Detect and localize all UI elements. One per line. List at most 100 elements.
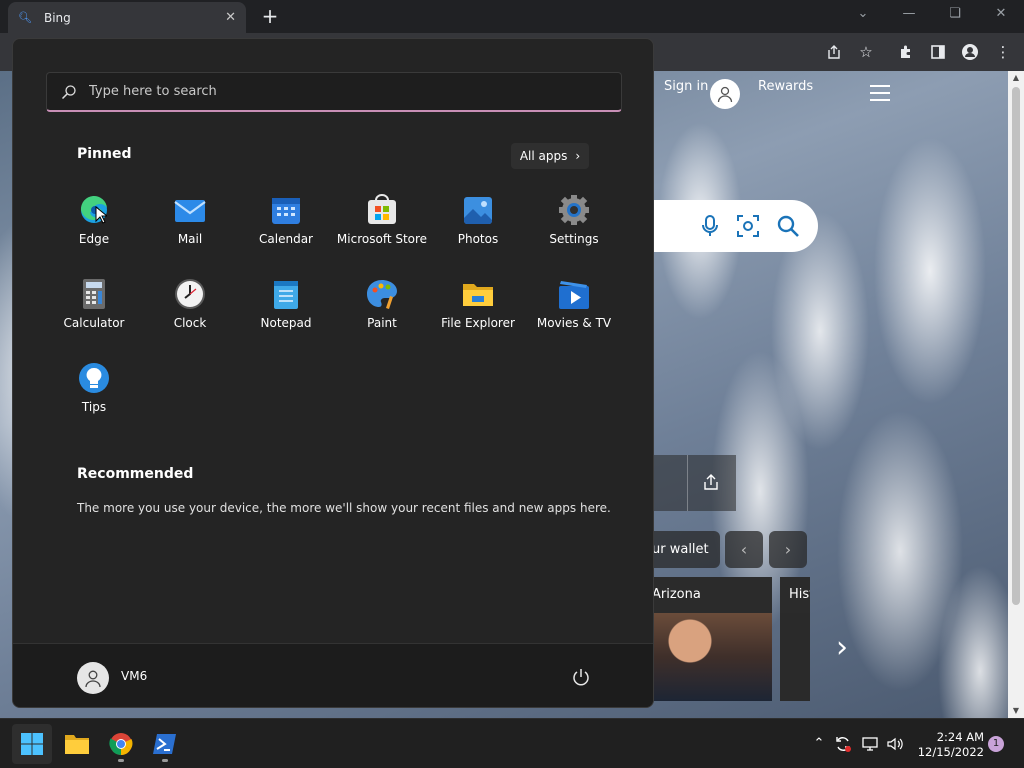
system-clock[interactable]: 2:24 AM 12/15/2022 [910, 730, 984, 760]
notepad-icon [270, 278, 302, 310]
taskbar-chrome[interactable] [101, 724, 141, 764]
share-icon[interactable] [823, 41, 845, 63]
running-indicator [162, 759, 168, 762]
pinned-app-edge[interactable]: Edge [46, 186, 142, 262]
user-name[interactable]: VM6 [121, 669, 147, 683]
pinned-app-label: Settings [549, 232, 599, 246]
start-button[interactable] [12, 724, 52, 764]
clock-icon [174, 278, 206, 310]
news-card-title: Hist [780, 577, 810, 613]
menu-kebab-icon[interactable]: ⋮ [992, 41, 1014, 63]
pinned-app-label: Clock [173, 316, 207, 330]
tab-close-icon[interactable]: ✕ [225, 10, 236, 25]
pinned-app-label: Notepad [260, 316, 312, 330]
carousel-next-icon[interactable]: › [836, 630, 848, 665]
pinned-app-label: Tips [81, 400, 107, 414]
pinned-app-mail[interactable]: Mail [142, 186, 238, 262]
news-card-title: Arizona [640, 577, 772, 613]
all-apps-button[interactable]: All apps › [511, 143, 589, 169]
scroll-up-icon[interactable]: ▲ [1008, 71, 1024, 85]
minimize-icon[interactable]: — [886, 0, 932, 30]
chevron-up-icon[interactable]: ⌃ [810, 735, 828, 753]
chevron-right-icon: › [575, 149, 581, 163]
photos-icon [462, 194, 494, 226]
side-panel-icon[interactable] [927, 41, 949, 63]
pinned-app-label: Paint [367, 316, 397, 330]
pinned-app-label: Movies & TV [536, 316, 612, 330]
scrollbar-thumb[interactable] [1012, 87, 1020, 605]
search-icon [61, 84, 76, 99]
folder-icon [462, 278, 494, 310]
pinned-app-paint[interactable]: Paint [334, 270, 430, 346]
taskbar-powershell[interactable] [145, 724, 185, 764]
user-avatar[interactable] [77, 662, 109, 694]
microphone-icon[interactable] [698, 214, 722, 238]
pinned-app-label: File Explorer [441, 316, 515, 330]
chevron-right-icon[interactable]: › [769, 531, 807, 568]
pinned-app-label: Calendar [259, 232, 313, 246]
tips-icon [78, 362, 110, 394]
pinned-app-label: Photos [457, 232, 499, 246]
calendar-icon [270, 194, 302, 226]
recommended-heading: Recommended [77, 466, 194, 482]
bing-search-box[interactable] [640, 200, 818, 252]
running-indicator [118, 759, 124, 762]
notification-badge[interactable]: 1 [988, 736, 1004, 752]
rewards-link[interactable]: Rewards [758, 79, 813, 94]
scroll-down-icon[interactable]: ▼ [1008, 704, 1024, 718]
taskbar: ⌃ 2:24 AM 12/15/2022 1 [0, 718, 1024, 768]
news-card[interactable]: Arizona [640, 577, 772, 701]
movies-icon [558, 278, 590, 310]
tab-bing[interactable]: 🔍︎ Bing ✕ [8, 2, 246, 33]
pinned-app-notepad[interactable]: Notepad [238, 270, 334, 346]
bookmark-star-icon[interactable]: ☆ [855, 41, 877, 63]
search-icon: 🔍︎ [18, 11, 32, 24]
avatar[interactable] [710, 79, 740, 109]
hamburger-menu-icon[interactable] [870, 85, 890, 101]
close-icon[interactable]: ✕ [978, 0, 1024, 30]
search-icon[interactable] [776, 214, 800, 238]
powershell-icon [153, 734, 176, 754]
image-actions-box [640, 455, 736, 511]
extensions-icon[interactable] [895, 41, 917, 63]
start-search-box[interactable] [46, 72, 622, 112]
tab-title: Bing [43, 10, 71, 25]
pinned-app-tips[interactable]: Tips [46, 354, 142, 430]
network-icon[interactable] [861, 735, 879, 753]
clock-time: 2:24 AM [936, 730, 984, 744]
folder-icon [65, 735, 89, 754]
store-icon [366, 194, 398, 226]
chevron-left-icon[interactable]: ‹ [725, 531, 763, 568]
pinned-heading: Pinned [77, 146, 132, 162]
page-scrollbar[interactable]: ▲ ▼ [1008, 71, 1024, 718]
paint-icon [366, 278, 398, 310]
tab-search-icon[interactable]: ⌄ [840, 0, 886, 30]
volume-icon[interactable] [886, 735, 904, 753]
power-icon[interactable] [571, 667, 591, 687]
windows-logo-icon [21, 733, 43, 755]
news-card[interactable]: Hist [780, 577, 810, 701]
share-icon[interactable] [702, 473, 720, 495]
pinned-app-settings[interactable]: Settings [526, 186, 622, 262]
pinned-app-calculator[interactable]: Calculator [46, 270, 142, 346]
pinned-app-movies-tv[interactable]: Movies & TV [526, 270, 622, 346]
restore-icon[interactable]: ❏ [932, 0, 978, 30]
pinned-app-microsoft-store[interactable]: Microsoft Store [334, 186, 430, 262]
profile-icon[interactable] [959, 41, 981, 63]
taskbar-file-explorer[interactable] [57, 724, 97, 764]
pinned-app-clock[interactable]: Clock [142, 270, 238, 346]
chrome-icon [109, 733, 133, 755]
clock-date: 12/15/2022 [917, 745, 984, 759]
visual-search-icon[interactable] [736, 214, 760, 238]
start-menu-footer: VM6 [13, 643, 653, 707]
sign-in-link[interactable]: Sign in [664, 79, 708, 94]
search-input[interactable] [89, 84, 569, 99]
new-tab-button[interactable]: + [258, 4, 282, 28]
pinned-app-label: Mail [177, 232, 203, 246]
sync-icon[interactable] [834, 735, 852, 753]
pinned-app-label: Calculator [63, 316, 125, 330]
pinned-app-photos[interactable]: Photos [430, 186, 526, 262]
pinned-app-file-explorer[interactable]: File Explorer [430, 270, 526, 346]
mouse-cursor-icon [95, 206, 107, 224]
pinned-app-calendar[interactable]: Calendar [238, 186, 334, 262]
